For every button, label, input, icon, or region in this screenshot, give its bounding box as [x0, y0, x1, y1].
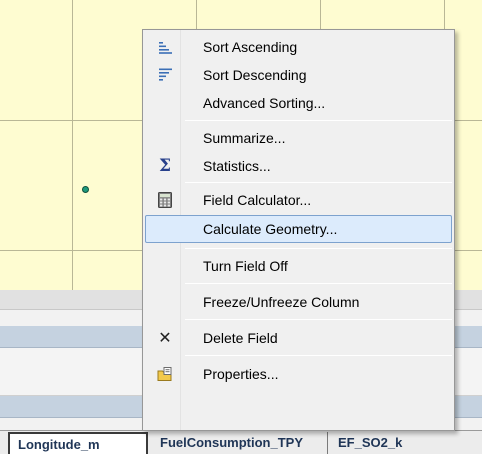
column-header-longitude[interactable]: Longitude_m: [8, 432, 148, 454]
sort-ascending-icon: [157, 39, 173, 55]
menu-item-sort-descending[interactable]: Sort Descending: [145, 61, 452, 89]
menu-item-label: Properties...: [203, 366, 279, 382]
menu-item-label: Delete Field: [203, 330, 278, 346]
menu-separator: [185, 355, 452, 356]
table-column-headers: Longitude_m FuelConsumption_TPY EF_SO2_k: [0, 430, 482, 454]
menu-item-label: Turn Field Off: [203, 258, 288, 274]
menu-item-properties[interactable]: Properties...: [145, 360, 452, 388]
menu-item-label: Sort Ascending: [203, 39, 298, 55]
sigma-icon: Σ: [158, 156, 172, 176]
menu-item-summarize[interactable]: Summarize...: [145, 124, 452, 152]
menu-item-label: Advanced Sorting...: [203, 95, 326, 111]
menu-item-label: Field Calculator...: [203, 192, 312, 208]
menu-item-freeze-unfreeze-column[interactable]: Freeze/Unfreeze Column: [145, 288, 452, 316]
column-header-ef-so2[interactable]: EF_SO2_k: [328, 432, 482, 454]
menu-item-label: Sort Descending: [203, 67, 307, 83]
menu-item-label: Freeze/Unfreeze Column: [203, 294, 360, 310]
menu-item-turn-field-off[interactable]: Turn Field Off: [145, 252, 452, 280]
menu-separator: [185, 283, 452, 284]
menu-item-label: Summarize...: [203, 130, 286, 146]
sort-descending-icon: [157, 67, 173, 83]
menu-item-advanced-sorting[interactable]: Advanced Sorting...: [145, 89, 452, 117]
delete-x-icon: ✕: [158, 328, 172, 347]
menu-item-sort-ascending[interactable]: Sort Ascending: [145, 33, 452, 61]
menu-item-statistics[interactable]: Σ Statistics...: [145, 152, 452, 180]
menu-separator: [185, 182, 452, 183]
properties-icon: [157, 366, 173, 382]
column-context-menu: Sort Ascending Sort Descending Advanced …: [142, 29, 455, 431]
column-header-fuel-consumption[interactable]: FuelConsumption_TPY: [148, 432, 328, 454]
menu-separator: [185, 248, 452, 249]
menu-item-field-calculator[interactable]: Field Calculator...: [145, 186, 452, 214]
menu-item-label: Calculate Geometry...: [203, 221, 338, 237]
calculator-icon: [157, 192, 173, 208]
menu-item-calculate-geometry[interactable]: Calculate Geometry...: [145, 215, 452, 243]
menu-item-label: Statistics...: [203, 158, 271, 174]
map-point-feature[interactable]: [82, 186, 89, 193]
menu-separator: [185, 120, 452, 121]
menu-item-delete-field[interactable]: ✕ Delete Field: [145, 324, 452, 352]
menu-separator: [185, 319, 452, 320]
grid-line: [72, 0, 73, 290]
